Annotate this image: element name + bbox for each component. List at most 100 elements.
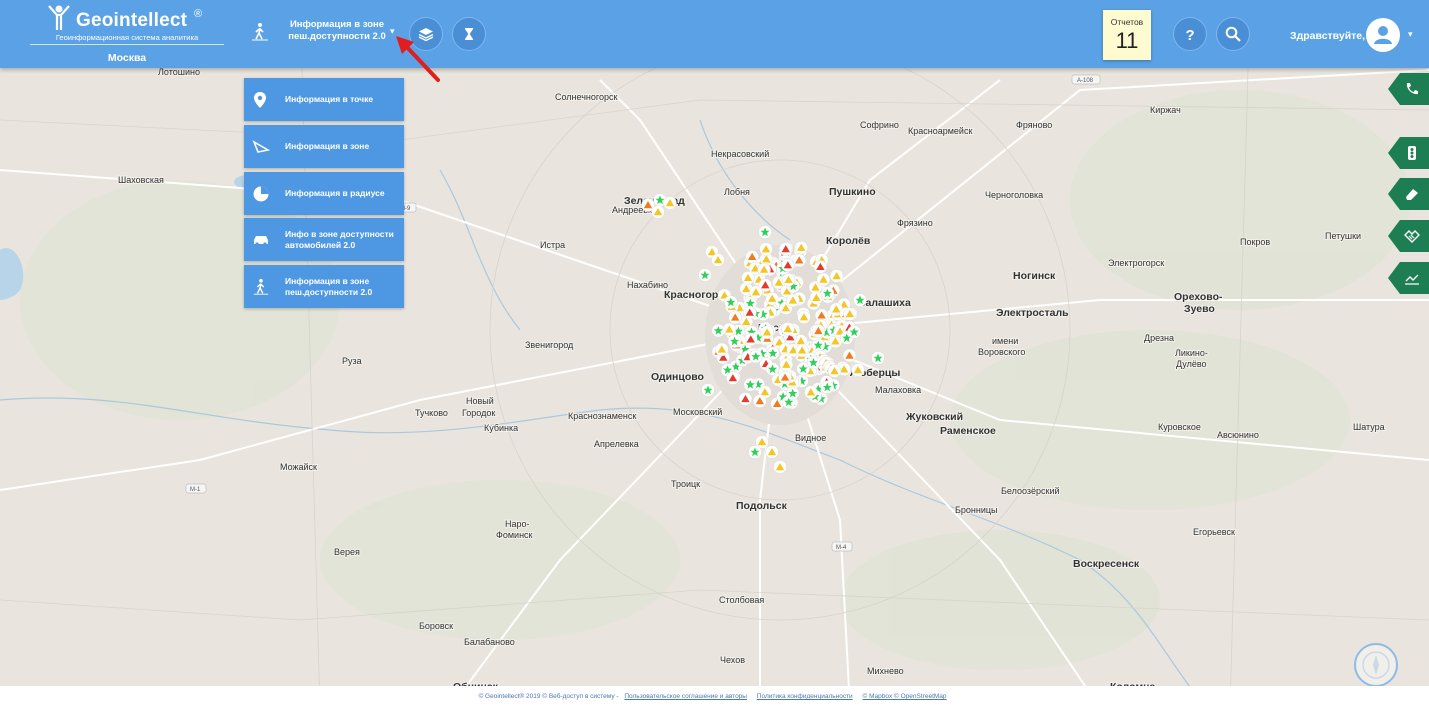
map-place-label: Дулёво: [1176, 359, 1207, 369]
reports-counter[interactable]: Отчетов 11: [1103, 10, 1151, 60]
car-icon: [254, 236, 268, 246]
logo-title: Geointellect: [76, 10, 188, 31]
traffic-light-icon: [1408, 146, 1416, 160]
menu-item-radius-info[interactable]: Информация в радиусе: [244, 172, 404, 215]
menu-item-label: Инфо в зоне доступности автомобилей 2.0: [285, 229, 394, 250]
map-place-label: Лобня: [724, 187, 750, 197]
map-place-label: Можайск: [280, 462, 317, 472]
red-arrow-annotation: [396, 36, 440, 82]
map-place-label: Фоминск: [496, 530, 533, 540]
road-shield: M-4: [836, 545, 847, 551]
map-place-label: Верея: [334, 547, 360, 557]
menu-item-label: Информация в зоне: [285, 141, 370, 152]
map-place-label: Столбовая: [719, 595, 764, 605]
menu-item-zone-info[interactable]: Информация в зоне: [244, 125, 404, 168]
menu-item-pedestrian-accessibility[interactable]: Информация в зоне пеш.доступности 2.0: [244, 265, 404, 308]
map-place-label: Электросталь: [996, 307, 1069, 319]
map-place-label: Дрезна: [1144, 333, 1174, 343]
map-place-label: Московский: [673, 407, 722, 417]
map-place-label: Шаховская: [118, 175, 164, 185]
map-place-label: Фрязино: [897, 218, 933, 228]
map-place-label: Жуковский: [905, 411, 963, 423]
user-avatar[interactable]: [1366, 18, 1400, 52]
menu-item-label: Информация в радиусе: [285, 188, 385, 199]
map-place-label: Шатура: [1353, 422, 1385, 432]
chart-icon: [1405, 274, 1419, 285]
footer-agreement-link[interactable]: Пользовательское соглашение и авторы: [624, 693, 747, 700]
search-icon: [1225, 26, 1241, 42]
map-place-label: Куровское: [1158, 422, 1201, 432]
reports-label: Отчетов: [1110, 17, 1144, 27]
map-place-label: Звенигород: [525, 340, 574, 350]
map-place-label: Королёв: [826, 235, 871, 247]
map-place-label: Бронницы: [955, 505, 998, 515]
map-place-label: Кубинка: [484, 423, 518, 433]
time-button[interactable]: [452, 17, 486, 51]
menu-item-point-info[interactable]: Информация в точке: [244, 78, 404, 121]
footer-attribution-link[interactable]: © Mapbox © OpenStreetMap: [863, 693, 947, 700]
map-place-label: Городок: [462, 408, 495, 418]
zone-icon: [252, 140, 270, 153]
eraser-icon: [1406, 189, 1418, 200]
map-place-label: Новый: [466, 396, 494, 406]
map-place-label: Покров: [1240, 237, 1270, 247]
road-shield: M-1: [190, 487, 201, 493]
logo-registered: ®: [194, 8, 203, 20]
map-place-label: Видное: [795, 433, 826, 443]
map-place-label: Софрино: [860, 120, 899, 130]
map-place-label: Егорьевск: [1193, 527, 1235, 537]
map-place-label: Фряново: [1016, 120, 1052, 130]
footer-privacy-link[interactable]: Политика конфиденциальности: [757, 693, 853, 700]
map-place-label: Апрелевка: [594, 439, 639, 449]
map-place-label: Орехово-: [1174, 291, 1223, 303]
map-pin-icon: [254, 92, 266, 108]
footer-copyright: © Geointellect® 2019 © Веб-доступ в сист…: [478, 693, 619, 700]
map-place-label: Троицк: [671, 479, 700, 489]
user-menu-caret[interactable]: ▾: [1408, 29, 1413, 40]
footer: © Geointellect® 2019 © Веб-доступ в сист…: [0, 686, 1429, 708]
logo[interactable]: Geointellect ® Геоинформационная система…: [30, 2, 224, 64]
analysis-mode-label: Информация в зоне пеш.доступности 2.0: [288, 19, 386, 42]
map-place-label: Авсюнино: [1217, 430, 1259, 440]
compass-button[interactable]: [1354, 643, 1398, 687]
map-place-label: Пушкино: [829, 186, 876, 198]
hourglass-icon: [465, 28, 473, 40]
map-place-label: Черноголовка: [985, 190, 1043, 200]
map-place-label: Истра: [540, 240, 565, 250]
road-shield: A-108: [1077, 78, 1094, 84]
map-place-label: Михнево: [867, 666, 904, 676]
radius-icon: [253, 186, 269, 202]
map-place-label: Зуево: [1184, 303, 1215, 315]
map-place-label: Некрасовский: [711, 149, 769, 159]
map-canvas[interactable]: A-108 M-9 M-1 M-4 ЛотошиноСолнечногорскК…: [0, 0, 1429, 708]
map-place-label: Краснознаменск: [568, 411, 636, 421]
map-place-label: Тучково: [415, 408, 448, 418]
map-place-label: Ликино-: [1175, 348, 1208, 358]
compass-icon: [1362, 651, 1390, 679]
map-place-label: Ногинск: [1013, 270, 1056, 282]
menu-item-car-accessibility[interactable]: Инфо в зоне доступности автомобилей 2.0: [244, 218, 404, 261]
logo-person-icon: [48, 5, 70, 30]
map-place-label: Наро-: [505, 519, 530, 529]
pedestrian-icon: [252, 23, 268, 41]
search-button[interactable]: [1216, 17, 1250, 51]
map-place-label: Малаховка: [875, 385, 921, 395]
handshake-icon: [1404, 230, 1420, 243]
help-button[interactable]: ?: [1173, 17, 1207, 51]
map-place-label: Красноармейск: [908, 126, 972, 136]
city-selector[interactable]: Москва: [30, 52, 224, 64]
map-place-label: Руза: [342, 356, 362, 366]
pedestrian-icon: [253, 278, 269, 295]
map-place-label: Петушки: [1325, 231, 1361, 241]
user-icon: [1374, 26, 1392, 44]
map-place-label: Солнечногорск: [555, 92, 617, 102]
top-header: Geointellect ® Геоинформационная система…: [0, 0, 1429, 68]
map-place-label: Подольск: [736, 500, 788, 512]
map-place-label: Раменское: [940, 425, 996, 437]
map-place-label: Чехов: [720, 655, 745, 665]
map-place-label: Электрогорск: [1108, 258, 1164, 268]
map-place-label: Воровского: [978, 347, 1025, 357]
map-place-label: Воскресенск: [1073, 558, 1140, 570]
map-place-label: Лотошино: [158, 67, 200, 77]
greeting-text: Здравствуйте,: [1290, 30, 1366, 42]
